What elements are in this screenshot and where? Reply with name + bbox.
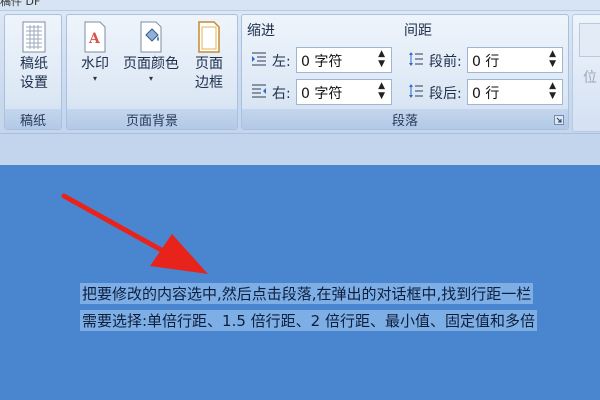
group-paragraph: 缩进 间距 左: 0 字符 ▲ ▼ 右: 0 字符 ▲ ▼ 段前: 0 行 ▲ … <box>241 14 569 130</box>
indent-left-label: 左: <box>272 54 291 70</box>
indent-right-input[interactable]: 0 字符 ▲ ▼ <box>296 79 392 105</box>
gaozhi-settings-label-2: 设置 <box>20 75 48 91</box>
indent-right-spinner-icon[interactable]: ▲ ▼ <box>378 81 385 101</box>
spacing-before-icon <box>409 52 423 66</box>
spacing-before-input[interactable]: 0 行 ▲ ▼ <box>467 47 563 73</box>
page-border-icon <box>195 21 223 53</box>
page-color-label: 页面颜色 <box>123 56 179 72</box>
watermark-label: 水印 <box>81 56 109 72</box>
window-title: 稿件 DF <box>0 0 41 8</box>
gaozhi-settings-label-1: 稿纸 <box>20 56 48 72</box>
group-label-paragraph: 段落 <box>242 109 568 129</box>
spacing-before-spinner-icon[interactable]: ▲ ▼ <box>549 49 556 69</box>
group-label-gaozhi: 稿纸 <box>5 109 61 129</box>
watermark-icon: A <box>81 21 109 53</box>
spacing-after-input[interactable]: 0 行 ▲ ▼ <box>467 79 563 105</box>
group-label-page-background: 页面背景 <box>67 109 237 129</box>
document-line-2[interactable]: 需要选择:单倍行距、1.5 倍行距、2 倍行距、最小值、固定值和多倍 <box>80 310 537 331</box>
spacing-before-label: 段前: <box>429 54 462 70</box>
indent-left-icon <box>252 52 266 66</box>
group-page-background: A 水印 ▾ 页面颜色 ▾ 页面 边框 页面背景 <box>66 14 238 130</box>
ribbon: 稿件 DF 稿纸 设置 稿纸 A 水印 ▾ 页面颜色 ▾ 页面 边框 页面背景 … <box>0 0 600 166</box>
page-border-label-1: 页面 <box>195 56 223 72</box>
indent-left-spinner-icon[interactable]: ▲ ▼ <box>378 49 385 69</box>
spacing-after-label: 段后: <box>429 86 462 102</box>
indent-right-label: 右: <box>272 86 291 102</box>
position-icon <box>579 23 600 57</box>
page-color-dropdown-icon[interactable]: ▾ <box>119 74 183 84</box>
position-button-label[interactable]: 位 <box>583 67 597 87</box>
indent-right-value: 0 字符 <box>301 86 343 102</box>
spacing-after-spinner-icon[interactable]: ▲ ▼ <box>549 81 556 101</box>
paragraph-group-title: 段落 <box>391 113 418 129</box>
indent-left-value: 0 字符 <box>301 54 343 70</box>
indent-right-icon <box>252 84 266 98</box>
indent-title: 缩进 <box>247 23 275 39</box>
paragraph-dialog-launcher-icon[interactable] <box>554 115 564 125</box>
page-border-label-2: 边框 <box>195 75 223 91</box>
page-color-button[interactable]: 页面颜色 ▾ <box>119 21 183 84</box>
ruler-area <box>0 133 600 166</box>
watermark-button[interactable]: A 水印 ▾ <box>73 21 117 84</box>
spacing-after-icon <box>409 84 423 98</box>
paint-bucket-icon <box>137 21 165 53</box>
document-line-1[interactable]: 把要修改的内容选中,然后点击段落,在弹出的对话框中,找到行距一栏 <box>80 283 534 304</box>
group-gaozhi: 稿纸 设置 稿纸 <box>4 14 62 130</box>
spacing-title: 间距 <box>404 23 432 39</box>
document-area[interactable]: 把要修改的内容选中,然后点击段落,在弹出的对话框中,找到行距一栏 需要选择:单倍… <box>0 165 600 400</box>
group-arrange: 位 <box>572 14 600 132</box>
page-border-button[interactable]: 页面 边框 <box>187 21 231 93</box>
title-bar: 稿件 DF <box>0 0 600 11</box>
watermark-dropdown-icon[interactable]: ▾ <box>73 74 117 84</box>
indent-left-input[interactable]: 0 字符 ▲ ▼ <box>296 47 392 73</box>
spacing-before-value: 0 行 <box>472 54 500 70</box>
manuscript-grid-icon <box>20 21 48 53</box>
svg-text:A: A <box>88 31 101 47</box>
spacing-after-value: 0 行 <box>472 86 500 102</box>
gaozhi-settings-button[interactable]: 稿纸 设置 <box>11 21 57 93</box>
